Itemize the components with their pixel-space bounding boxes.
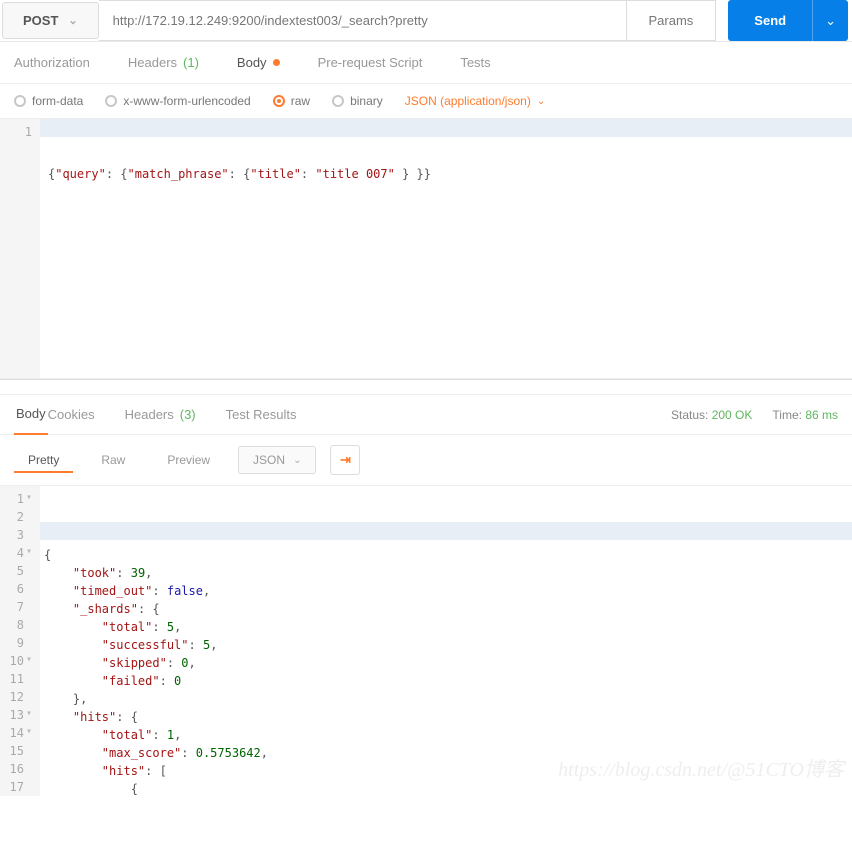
status-label: Status: 200 OK — [671, 408, 752, 422]
radio-raw[interactable]: raw — [273, 94, 310, 108]
tab-prerequest[interactable]: Pre-request Script — [318, 55, 423, 70]
response-tab-headers[interactable]: Headers (3) — [125, 407, 196, 422]
http-method-label: POST — [23, 13, 58, 28]
radio-icon — [14, 95, 26, 107]
response-line: "max_score": 0.5753642, — [44, 744, 848, 762]
response-line: "timed_out": false, — [44, 582, 848, 600]
unsaved-indicator-icon — [273, 59, 280, 66]
response-lang-dropdown[interactable]: JSON ⌄ — [238, 446, 316, 474]
params-button[interactable]: Params — [627, 0, 717, 41]
response-line: "total": 1, — [44, 726, 848, 744]
line-wrap-toggle[interactable]: ⇥ — [330, 445, 360, 475]
panel-divider[interactable] — [0, 379, 852, 395]
status-code: 200 OK — [712, 408, 753, 422]
request-body-line: {"query": {"match_phrase": {"title": "ti… — [48, 165, 844, 183]
response-tab-test-results[interactable]: Test Results — [226, 407, 297, 422]
response-line: "hits": { — [44, 708, 848, 726]
response-time: 86 ms — [805, 408, 838, 422]
chevron-down-icon: ⌄ — [293, 455, 301, 466]
time-label: Time: 86 ms — [772, 408, 838, 422]
send-button[interactable]: Send — [728, 0, 812, 41]
chevron-down-icon: ⌄ — [825, 13, 836, 29]
response-line: "failed": 0 — [44, 672, 848, 690]
http-method-dropdown[interactable]: POST ⌄ — [2, 2, 99, 39]
line-gutter: 1 — [0, 119, 40, 378]
response-line: { — [44, 546, 848, 564]
response-headers-count-badge: (3) — [180, 407, 196, 422]
send-dropdown-toggle[interactable]: ⌄ — [812, 0, 848, 41]
response-line: { — [44, 780, 848, 796]
headers-count-badge: (1) — [183, 55, 199, 70]
tab-authorization[interactable]: Authorization — [14, 55, 90, 70]
response-gutter: 1▾234▾5678910▾111213▾14▾1516171819▾20212… — [0, 486, 40, 796]
response-line: "took": 39, — [44, 564, 848, 582]
tab-body[interactable]: Body — [237, 55, 280, 70]
radio-urlencoded[interactable]: x-www-form-urlencoded — [105, 94, 250, 108]
view-raw[interactable]: Raw — [87, 447, 139, 473]
response-line: "_shards": { — [44, 600, 848, 618]
tab-headers[interactable]: Headers (1) — [128, 55, 199, 70]
response-body-viewer[interactable]: 1▾234▾5678910▾111213▾14▾1516171819▾20212… — [0, 486, 852, 796]
response-tab-body[interactable]: Body — [14, 395, 48, 435]
response-line: }, — [44, 690, 848, 708]
response-line: "successful": 5, — [44, 636, 848, 654]
response-line: "hits": [ — [44, 762, 848, 780]
response-line: "total": 5, — [44, 618, 848, 636]
radio-icon — [332, 95, 344, 107]
request-body-editor[interactable]: 1 {"query": {"match_phrase": {"title": "… — [0, 119, 852, 379]
chevron-down-icon: ⌄ — [537, 96, 545, 107]
view-pretty[interactable]: Pretty — [14, 447, 73, 473]
request-url-input[interactable]: http://172.19.12.249:9200/indextest003/_… — [99, 0, 627, 41]
wrap-icon: ⇥ — [340, 452, 351, 468]
response-line: "skipped": 0, — [44, 654, 848, 672]
tab-tests[interactable]: Tests — [460, 55, 490, 70]
response-tab-cookies[interactable]: Cookies — [48, 407, 95, 422]
radio-form-data[interactable]: form-data — [14, 94, 83, 108]
content-type-dropdown[interactable]: JSON (application/json) ⌄ — [405, 94, 545, 108]
view-preview[interactable]: Preview — [153, 447, 224, 473]
params-button-label: Params — [649, 13, 694, 28]
radio-icon — [273, 95, 285, 107]
radio-binary[interactable]: binary — [332, 94, 383, 108]
send-button-label: Send — [754, 13, 786, 28]
radio-icon — [105, 95, 117, 107]
chevron-down-icon: ⌄ — [68, 14, 77, 27]
request-url-text: http://172.19.12.249:9200/indextest003/_… — [113, 13, 428, 28]
